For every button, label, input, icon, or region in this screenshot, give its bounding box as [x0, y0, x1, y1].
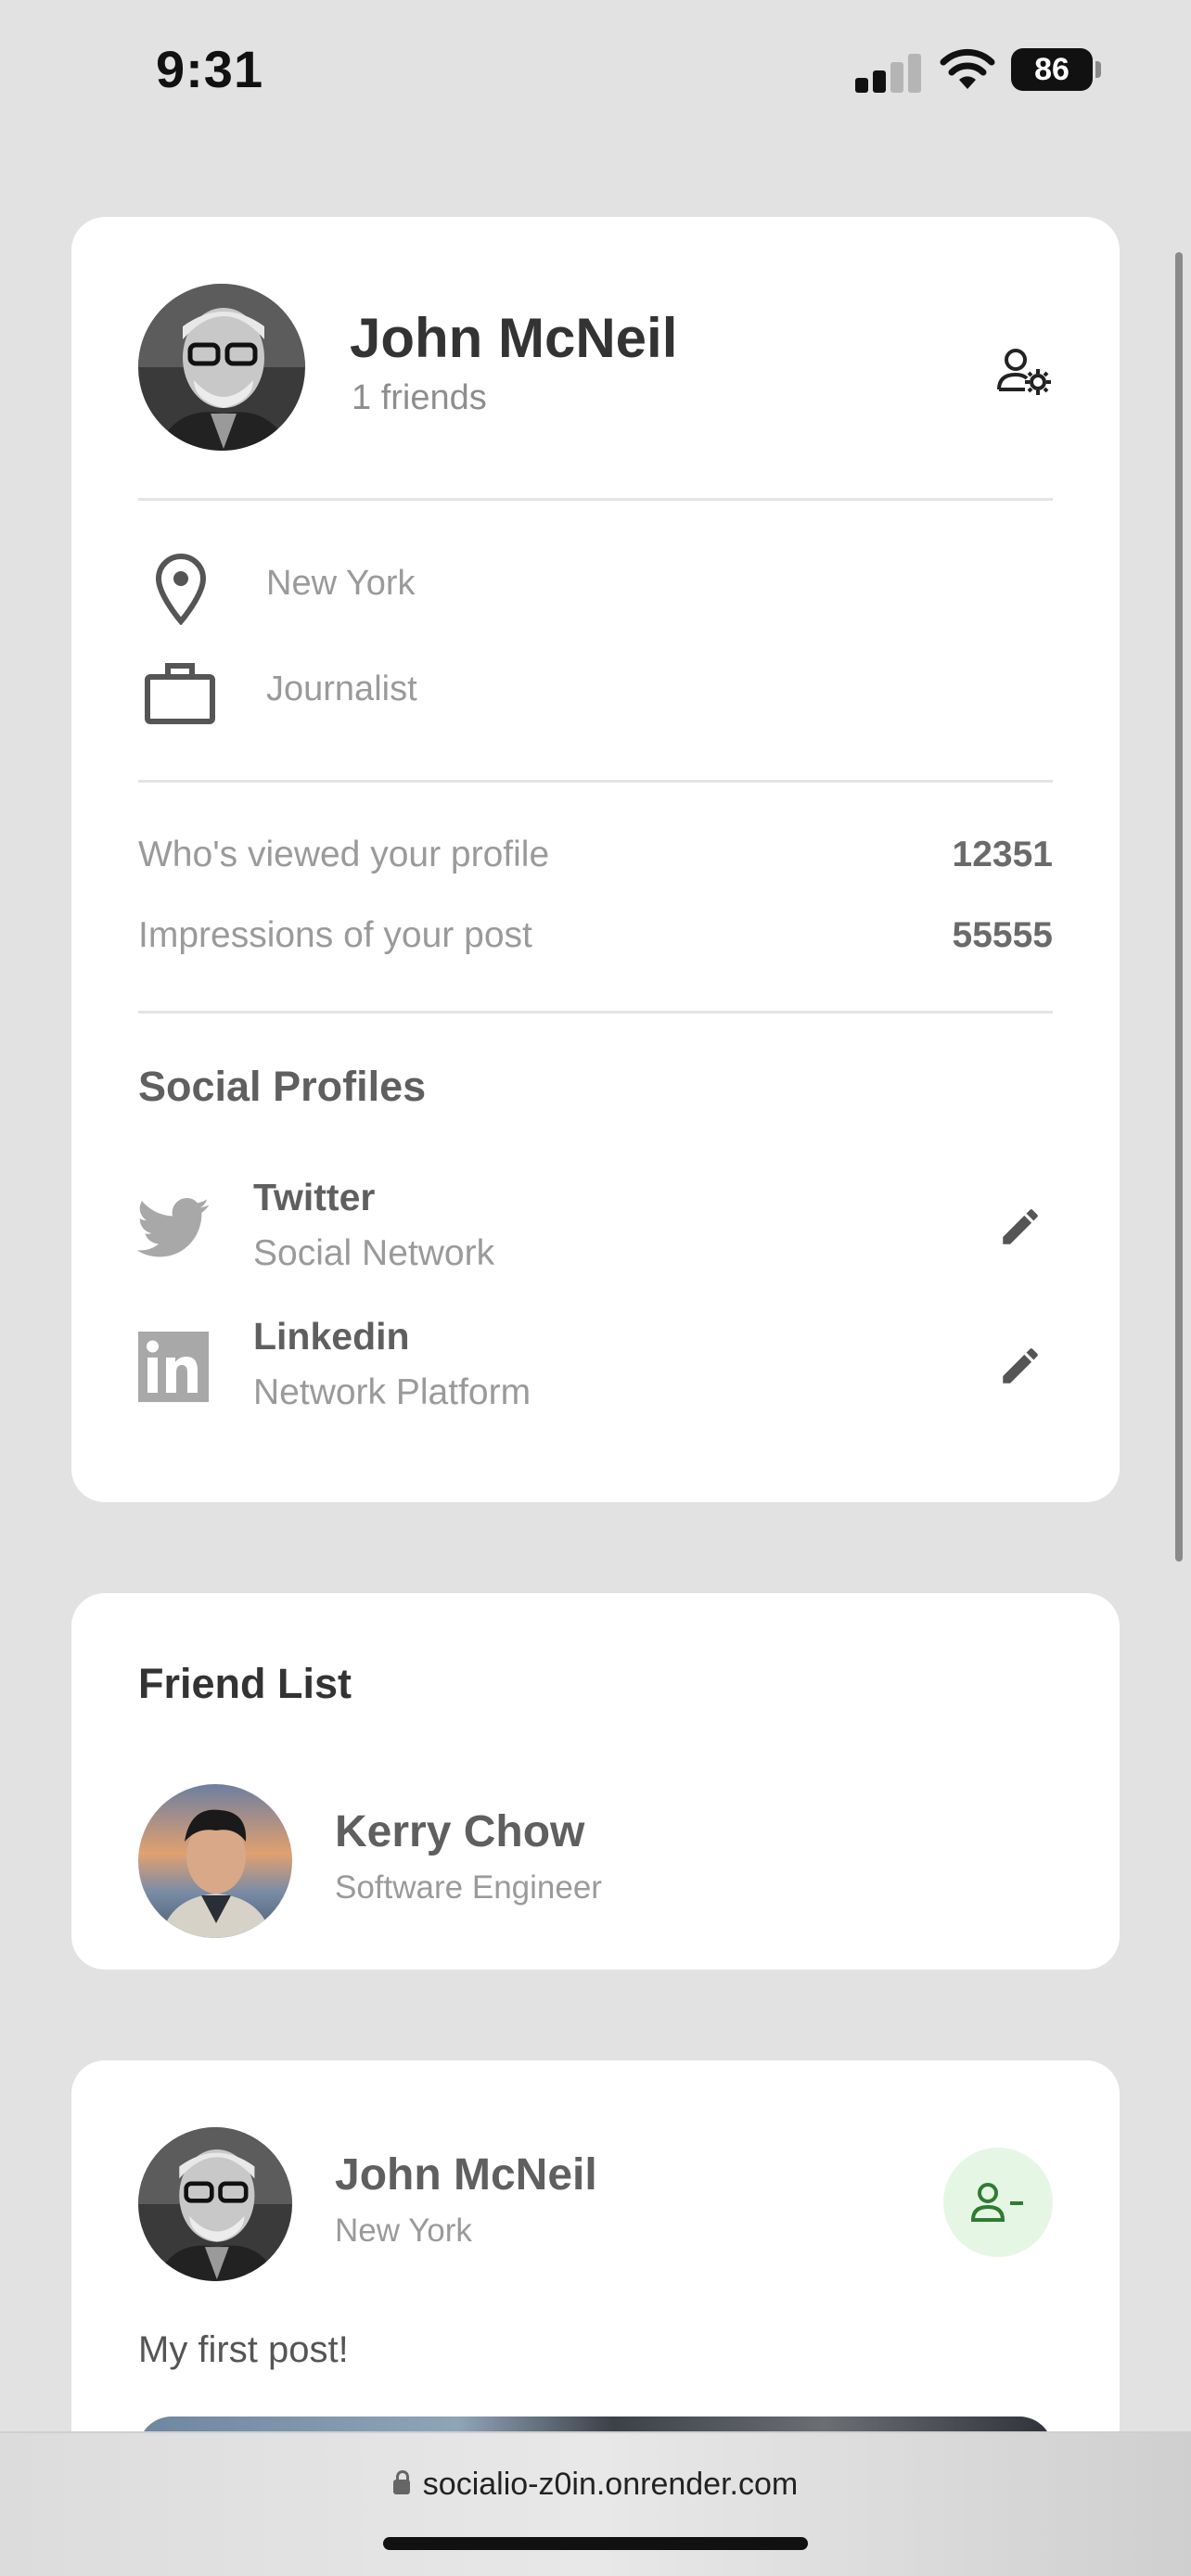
twitter-icon — [136, 1198, 210, 1257]
status-bar: 9:31 86 — [0, 0, 1191, 139]
profile-friend-count: 1 friends — [352, 378, 487, 417]
friend-avatar[interactable] — [138, 1784, 292, 1938]
profile-name: John McNeil — [350, 307, 678, 369]
friend-job: Software Engineer — [335, 1869, 602, 1906]
profile-card: John McNeil 1 friends New York Journalis… — [71, 217, 1120, 1502]
post-author-avatar[interactable] — [138, 2127, 292, 2281]
post-author-name[interactable]: John McNeil — [335, 2149, 597, 2200]
profile-divider-3 — [138, 1011, 1053, 1014]
post-author-location: New York — [335, 2213, 472, 2249]
manage-account-icon[interactable] — [997, 347, 1051, 395]
profile-occupation: Journalist — [266, 670, 417, 708]
linkedin-icon — [138, 1332, 209, 1402]
battery-nub — [1095, 61, 1101, 78]
post-text: My first post! — [138, 2329, 349, 2370]
url-text: socialio-z0in.onrender.com — [422, 2467, 799, 2502]
lock-icon — [392, 2470, 410, 2494]
friend-list-title: Friend List — [138, 1660, 352, 1707]
battery-indicator: 86 — [1011, 48, 1093, 91]
profile-divider-1 — [138, 498, 1053, 501]
page-scrollbar[interactable] — [1175, 252, 1183, 1562]
wifi-icon — [940, 48, 995, 89]
edit-twitter-pencil-icon[interactable] — [997, 1204, 1044, 1250]
location-pin-icon — [155, 553, 207, 625]
person-remove-icon — [971, 2183, 1023, 2222]
social-name-linkedin: Linkedin — [253, 1315, 410, 1358]
stat-label-post-impressions: Impressions of your post — [138, 915, 532, 955]
social-type-twitter: Social Network — [253, 1233, 495, 1273]
social-profiles-title: Social Profiles — [138, 1063, 427, 1110]
status-time: 9:31 — [156, 40, 264, 98]
friend-name[interactable]: Kerry Chow — [335, 1806, 584, 1857]
url-text-container: socialio-z0in.onrender.com — [0, 2467, 1191, 2503]
briefcase-icon — [145, 663, 215, 724]
profile-avatar[interactable] — [138, 284, 305, 451]
stat-label-profile-views: Who's viewed your profile — [138, 835, 550, 874]
stat-value-profile-views: 12351 — [952, 835, 1053, 874]
profile-divider-2 — [138, 780, 1053, 783]
home-indicator[interactable] — [383, 2537, 808, 2550]
friend-list-card: Friend List Kerry Chow Software Engineer — [71, 1593, 1120, 1970]
profile-location: New York — [266, 564, 416, 603]
remove-friend-button[interactable] — [943, 2148, 1053, 2257]
social-type-linkedin: Network Platform — [253, 1372, 531, 1412]
stat-value-post-impressions: 55555 — [952, 915, 1053, 955]
edit-linkedin-pencil-icon[interactable] — [997, 1343, 1044, 1389]
browser-url-bar[interactable]: socialio-z0in.onrender.com — [0, 2431, 1191, 2576]
cellular-signal-icon — [855, 54, 921, 93]
social-name-twitter: Twitter — [253, 1176, 376, 1218]
